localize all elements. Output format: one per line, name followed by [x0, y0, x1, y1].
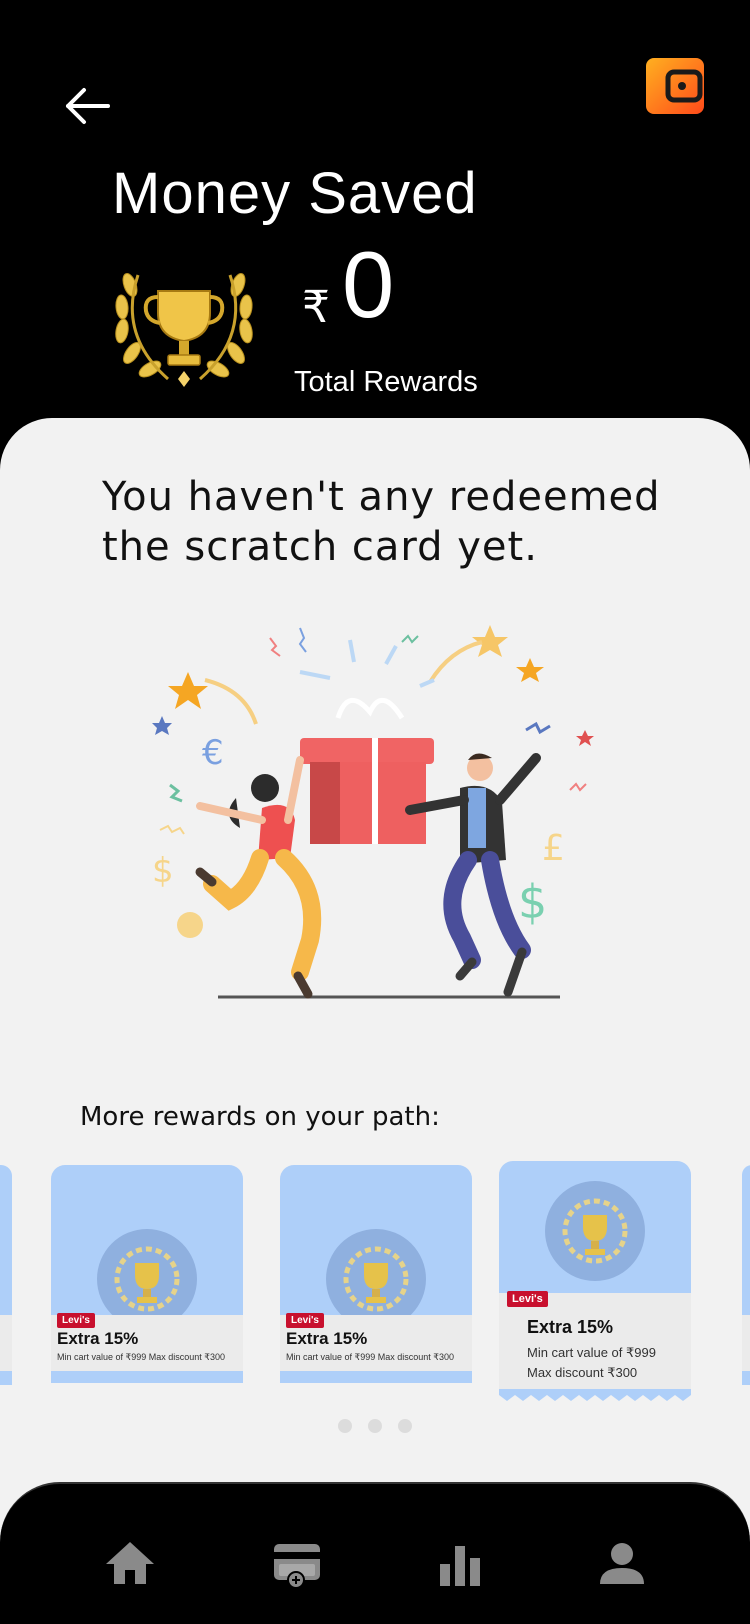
reward-card[interactable]: Levi's Extra 15% Min cart value of ₹999 …: [51, 1165, 243, 1383]
pagination-dot[interactable]: [368, 1419, 382, 1433]
rewards-amount: 0: [342, 232, 395, 337]
pagination-dot[interactable]: [338, 1419, 352, 1433]
back-button[interactable]: [62, 84, 114, 128]
offer-title: Extra 15%: [57, 1329, 139, 1348]
card-add-icon: [274, 1544, 320, 1589]
svg-text:£: £: [542, 828, 565, 869]
offer-title: Extra 15%: [527, 1317, 614, 1337]
reward-card-active[interactable]: Levi's Extra 15% Min cart value of ₹999 …: [499, 1161, 691, 1401]
nav-cards[interactable]: [270, 1538, 326, 1590]
profile-icon: [600, 1543, 644, 1584]
offer-description: Min cart value of ₹999 Max discount ₹300: [286, 1352, 455, 1362]
brand-logo: Levi's: [507, 1291, 548, 1307]
svg-text:€: €: [202, 733, 224, 773]
bar-chart-icon: [440, 1546, 480, 1586]
offer-description: Min cart value of ₹999 Max discount ₹300: [527, 1345, 656, 1380]
empty-state-message: You haven't any redeemed the scratch car…: [102, 474, 661, 570]
back-arrow-icon: [66, 88, 110, 124]
brand-logo: Levi's: [286, 1313, 324, 1328]
wallet-button[interactable]: [646, 58, 704, 114]
trophy-badge-icon: [97, 1229, 197, 1329]
rewards-section-title: More rewards on your path:: [80, 1102, 440, 1132]
offer-description: Min cart value of ₹999 Max discount ₹300: [57, 1352, 226, 1362]
total-rewards-label: Total Rewards: [294, 366, 478, 398]
carousel-pagination: [338, 1419, 418, 1435]
header: Money Saved ₹ 0 Total Rewards: [0, 0, 750, 440]
brand-logo: Levi's: [57, 1313, 95, 1328]
trophy-badge-icon: [326, 1229, 426, 1329]
page-title: Money Saved: [112, 161, 478, 226]
celebration-illustration: € £ $ $: [150, 620, 600, 1005]
svg-text:$: $: [152, 851, 174, 891]
trophy-laurel-icon: [108, 255, 260, 391]
offer-title: Extra 15%: [286, 1329, 368, 1348]
nav-stats[interactable]: [432, 1538, 488, 1590]
pagination-dot[interactable]: [398, 1419, 412, 1433]
trophy-badge-icon: [545, 1181, 645, 1281]
reward-card[interactable]: Levi's Extra 15% Min cart value of ₹999 …: [280, 1165, 472, 1383]
ticket-edge: [499, 1389, 691, 1401]
wallet-icon: [646, 58, 704, 114]
content-sheet: [0, 418, 750, 1624]
reward-card-partial-right[interactable]: [742, 1165, 750, 1385]
nav-home[interactable]: [102, 1538, 158, 1590]
ticket-edge: [280, 1371, 472, 1383]
currency-symbol: ₹: [302, 283, 330, 332]
ticket-edge: [51, 1371, 243, 1383]
svg-text:$: $: [518, 875, 547, 929]
nav-profile[interactable]: [594, 1538, 650, 1590]
home-icon: [106, 1542, 154, 1584]
reward-card-partial-left[interactable]: [0, 1165, 12, 1385]
